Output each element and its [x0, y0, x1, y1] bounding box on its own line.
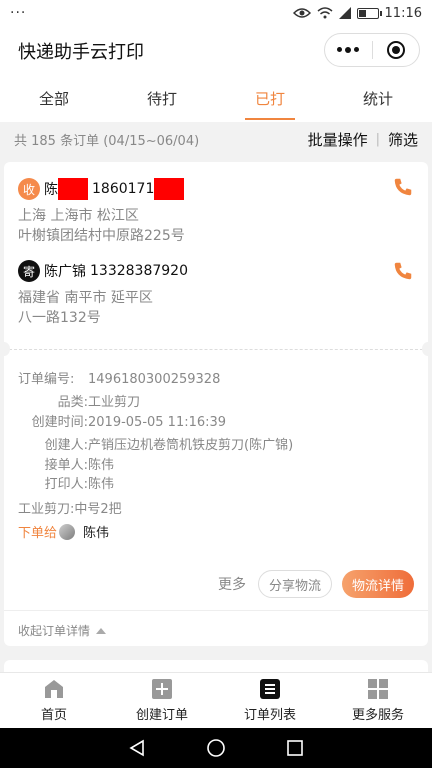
assignee-row: 下单给 陈伟: [18, 522, 109, 541]
batch-operation-button[interactable]: 批量操作: [308, 129, 368, 150]
home-circle-icon[interactable]: [206, 738, 226, 758]
assignee-name: 陈伟: [83, 526, 110, 541]
target-icon: [386, 41, 405, 59]
tab-pending[interactable]: 待打: [108, 76, 216, 122]
category-value: 工业剪刀: [88, 395, 141, 410]
nav-create-order[interactable]: 创建订单: [108, 673, 216, 728]
receiver-name: 陈: [44, 182, 58, 198]
notification-dots: ···: [10, 5, 27, 21]
call-sender-phone-icon[interactable]: [392, 260, 414, 282]
redaction-mark: [154, 178, 185, 200]
sender-badge: 寄: [18, 260, 40, 282]
bottom-nav: 首页 创建订单 订单列表 更多服务: [0, 672, 432, 728]
recents-icon[interactable]: [286, 739, 304, 757]
home-icon: [45, 680, 63, 698]
assign-label: 下单给: [18, 526, 58, 541]
page-title: 快递助手云打印: [18, 42, 144, 63]
detail-label: 创建时间:: [31, 415, 88, 430]
creator-value: 产销压边机卷筒机铁皮剪刀(陈广锦): [88, 438, 294, 453]
order-count: 共 185 条订单 (04/15~06/04): [14, 133, 200, 149]
sender-phone: 13328387920: [90, 263, 188, 279]
receiver-agent-value: 陈伟: [88, 458, 115, 473]
detail-row: 品类: 工业剪刀: [18, 393, 140, 413]
nav-order-list[interactable]: 订单列表: [216, 673, 324, 728]
detail-label: 接单人:: [44, 458, 88, 473]
tab-stats[interactable]: 统计: [324, 76, 432, 122]
triangle-up-icon: [96, 627, 107, 634]
avatar: [59, 523, 76, 540]
collapse-label: 收起订单详情: [18, 624, 91, 638]
detail-row: 创建时间: 2019-05-05 11:16:39: [18, 413, 226, 433]
more-dots-icon: [337, 47, 360, 53]
call-receiver-phone-icon[interactable]: [392, 176, 414, 198]
eye-icon: [292, 8, 311, 18]
order-card: 收 陈 1860171 上海 上海市 松江区 叶榭镇团结村中原路225号 寄 陈…: [0, 162, 432, 646]
detail-row: 订单编号: 1496180300259328: [18, 370, 220, 390]
signal-icon: [338, 7, 351, 19]
status-bar: ··· 11:16: [0, 0, 432, 26]
redaction-mark: [58, 178, 88, 200]
tab-all[interactable]: 全部: [0, 76, 108, 122]
more-button[interactable]: 更多: [218, 574, 246, 594]
detail-label: 订单编号:: [18, 372, 75, 387]
nav-home[interactable]: 首页: [0, 673, 108, 728]
divider: [4, 349, 428, 350]
more-menu-button[interactable]: [325, 34, 372, 66]
plus-square-icon: [152, 679, 172, 699]
detail-row: 接单人: 陈伟: [18, 456, 114, 476]
receiver-badge: 收: [18, 178, 40, 200]
sender-row: 寄 陈广锦 13328387920: [18, 260, 188, 282]
summary-row: 共 185 条订单 (04/15~06/04) 批量操作 | 筛选: [0, 122, 432, 156]
receiver-phone: 1860171: [92, 181, 155, 197]
receiver-row: 收 陈 1860171: [18, 178, 185, 200]
grid-icon: [368, 679, 388, 699]
order-number: 1496180300259328: [88, 372, 221, 387]
detail-label: 打印人:: [44, 477, 88, 492]
order-note: 工业剪刀:中号2把: [18, 502, 122, 517]
sender-name: 陈广锦: [44, 264, 86, 280]
close-miniapp-button[interactable]: [373, 34, 420, 66]
tab-bar: 全部 待打 已打 统计: [0, 76, 432, 122]
back-icon[interactable]: [128, 739, 146, 757]
nav-more-services[interactable]: 更多服务: [324, 673, 432, 728]
order-actions: 更多 分享物流 物流详情: [218, 570, 414, 598]
app-header: 快递助手云打印: [0, 26, 432, 76]
battery-icon: [356, 7, 382, 19]
collapse-details-button[interactable]: 收起订单详情: [18, 622, 107, 639]
detail-row: 打印人: 陈伟: [18, 475, 114, 495]
detail-label: 创建人:: [44, 438, 88, 453]
created-time: 2019-05-05 11:16:39: [88, 415, 227, 430]
filter-button[interactable]: 筛选: [388, 129, 418, 150]
wifi-icon: [317, 7, 333, 19]
list-icon: [260, 679, 280, 699]
receiver-address: 上海 上海市 松江区 叶榭镇团结村中原路225号: [18, 208, 185, 244]
logistics-detail-button[interactable]: 物流详情: [341, 570, 414, 598]
detail-row: 创建人: 产销压边机卷筒机铁皮剪刀(陈广锦): [18, 436, 294, 456]
summary-actions: 批量操作 | 筛选: [308, 129, 418, 150]
share-logistics-button[interactable]: 分享物流: [257, 570, 332, 598]
status-icons: 11:16: [292, 5, 422, 21]
clock: 11:16: [384, 5, 422, 21]
printer-value: 陈伟: [88, 477, 115, 492]
sender-address: 福建省 南平市 延平区 八一路132号: [18, 290, 153, 326]
tab-printed[interactable]: 已打: [216, 76, 324, 122]
detail-label: 品类:: [57, 395, 88, 410]
miniapp-capsule: [324, 33, 420, 67]
system-nav-bar: [0, 728, 432, 768]
divider: [4, 610, 428, 611]
divider: |: [375, 131, 380, 147]
